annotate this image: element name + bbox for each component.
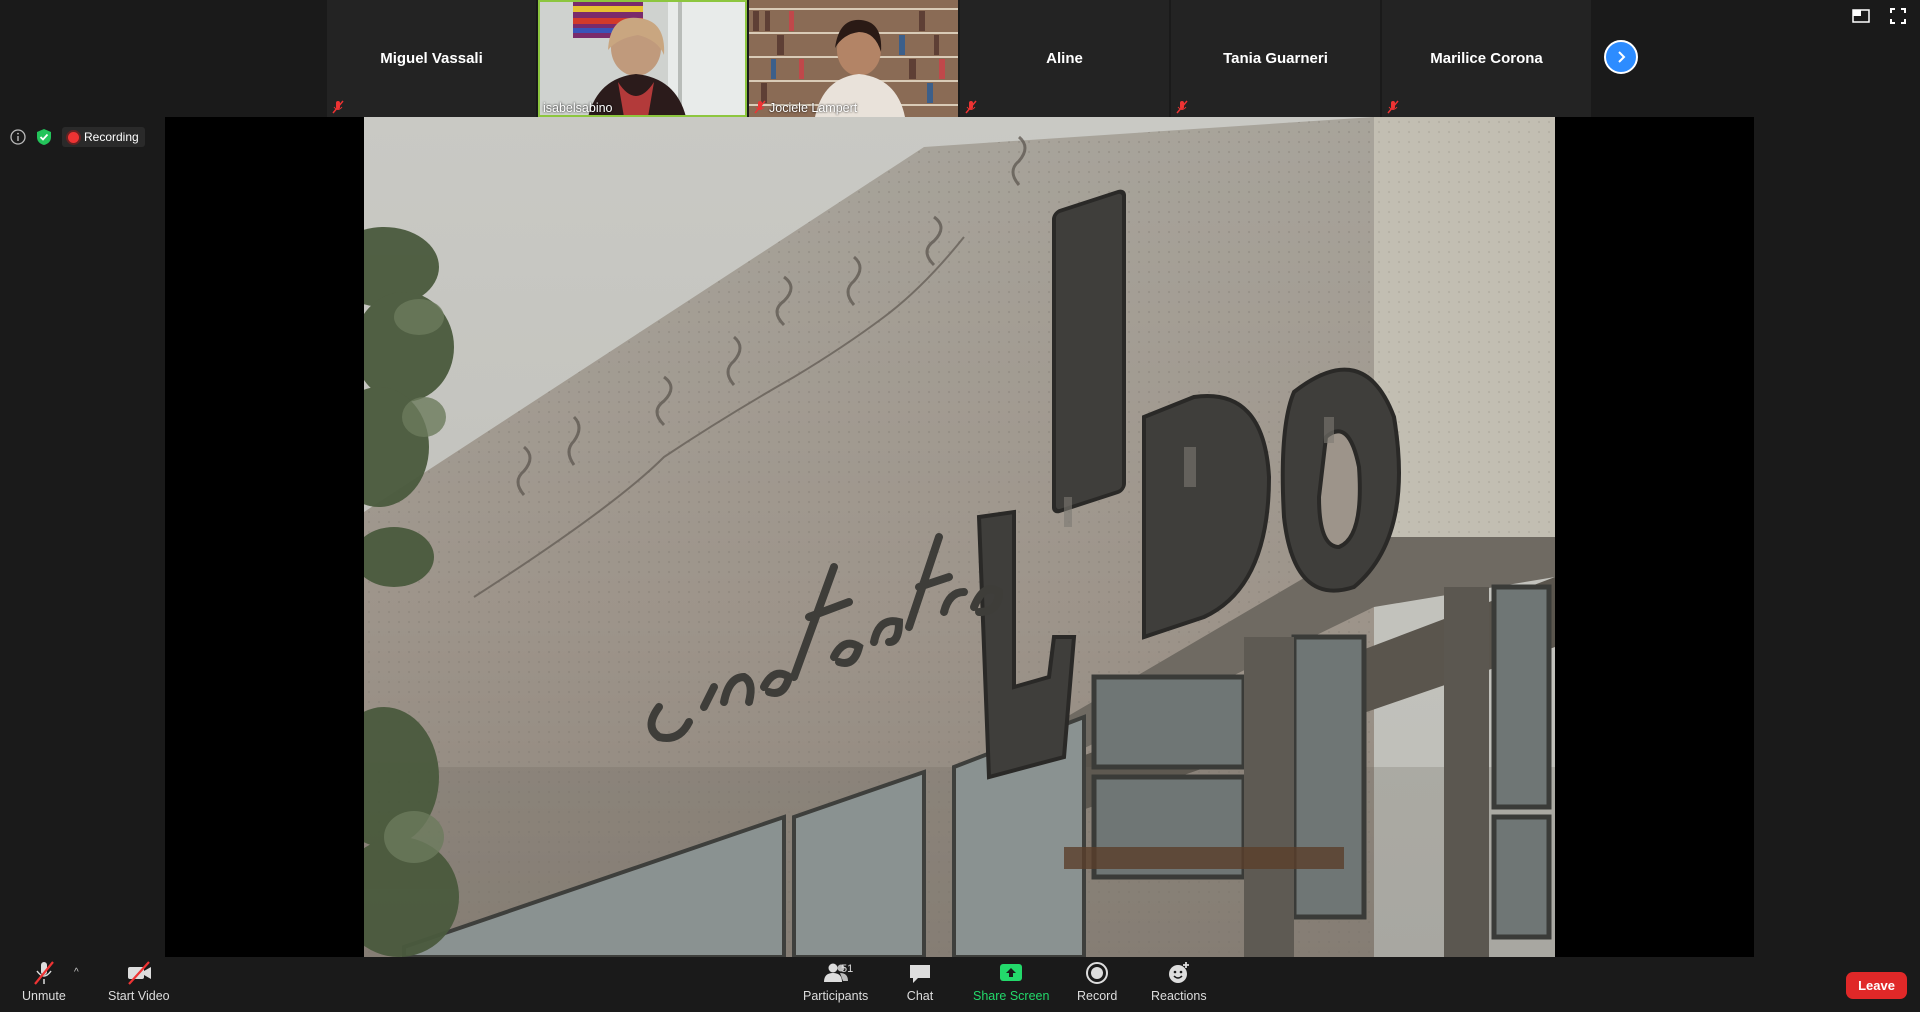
participant-name: Jociele Lampert — [769, 101, 858, 115]
reactions-smiley-icon — [1168, 962, 1189, 983]
shared-screen — [165, 117, 1754, 957]
participants-count: 51 — [841, 963, 854, 975]
participant-name: Aline — [1046, 50, 1083, 67]
reactions-label: Reactions — [1151, 989, 1207, 1003]
cine-teatro-lido-building-image — [364, 117, 1555, 957]
participant-video — [749, 0, 958, 117]
unmute-button[interactable]: Unmute — [22, 959, 66, 1003]
participant-tile[interactable]: Aline — [960, 0, 1169, 117]
record-label: Record — [1077, 989, 1118, 1003]
participants-label: Participants — [803, 989, 869, 1003]
next-participants-button[interactable] — [1604, 40, 1638, 74]
participant-video — [538, 0, 747, 117]
mic-muted-icon — [1176, 100, 1188, 114]
chat-button[interactable]: Chat — [906, 959, 934, 1003]
record-button[interactable]: Record — [1077, 959, 1117, 1003]
recording-indicator[interactable]: Recording — [62, 127, 145, 147]
chevron-right-icon — [1618, 51, 1626, 63]
audio-options-caret-icon[interactable]: ^ — [74, 967, 79, 978]
participants-button[interactable]: 51 Participants — [803, 959, 868, 1003]
view-controls — [1852, 8, 1906, 24]
reactions-button[interactable]: Reactions — [1151, 959, 1207, 1003]
mic-muted-icon — [754, 100, 766, 114]
participant-tile[interactable]: Marilice Corona — [1382, 0, 1591, 117]
unmute-label: Unmute — [22, 989, 66, 1003]
zoom-meeting-window: Miguel Vassali isabelsabino Jociele Lamp… — [0, 0, 1920, 1012]
start-video-button[interactable]: Start Video — [108, 959, 170, 1003]
encryption-shield-icon[interactable] — [36, 128, 52, 146]
meeting-info-bar: Recording — [10, 127, 145, 147]
meeting-toolbar: Unmute ^ Start Video 51 Participants Cha… — [0, 957, 1920, 1012]
participant-tile[interactable]: Miguel Vassali — [327, 0, 536, 117]
share-screen-icon — [1000, 964, 1023, 981]
start-video-label: Start Video — [108, 989, 170, 1003]
shared-photo — [364, 117, 1555, 957]
mic-muted-icon — [332, 100, 344, 114]
participant-name: Tania Guarneri — [1223, 50, 1328, 67]
participant-tile[interactable]: Jociele Lampert — [749, 0, 958, 117]
participant-name: Marilice Corona — [1430, 50, 1543, 67]
participant-tile-active[interactable]: isabelsabino — [538, 0, 747, 117]
mic-muted-icon — [34, 961, 54, 985]
view-layout-icon[interactable] — [1852, 8, 1870, 24]
leave-button[interactable]: Leave — [1846, 972, 1907, 999]
participant-name: Miguel Vassali — [380, 50, 483, 67]
mic-muted-icon — [965, 100, 977, 114]
info-icon[interactable] — [10, 129, 26, 145]
chat-label: Chat — [906, 989, 934, 1003]
participant-strip: Miguel Vassali isabelsabino Jociele Lamp… — [327, 0, 1591, 117]
participant-tile[interactable]: Tania Guarneri — [1171, 0, 1380, 117]
recording-label: Recording — [84, 130, 139, 144]
mic-muted-icon — [1387, 100, 1399, 114]
participant-name: isabelsabino — [543, 101, 613, 115]
chat-icon — [910, 965, 930, 983]
recording-dot-icon — [68, 131, 79, 143]
video-off-icon — [127, 961, 151, 985]
fullscreen-icon[interactable] — [1890, 8, 1906, 24]
share-screen-label: Share Screen — [973, 989, 1050, 1003]
share-screen-button[interactable]: Share Screen — [973, 959, 1049, 1003]
record-icon — [1086, 962, 1109, 984]
